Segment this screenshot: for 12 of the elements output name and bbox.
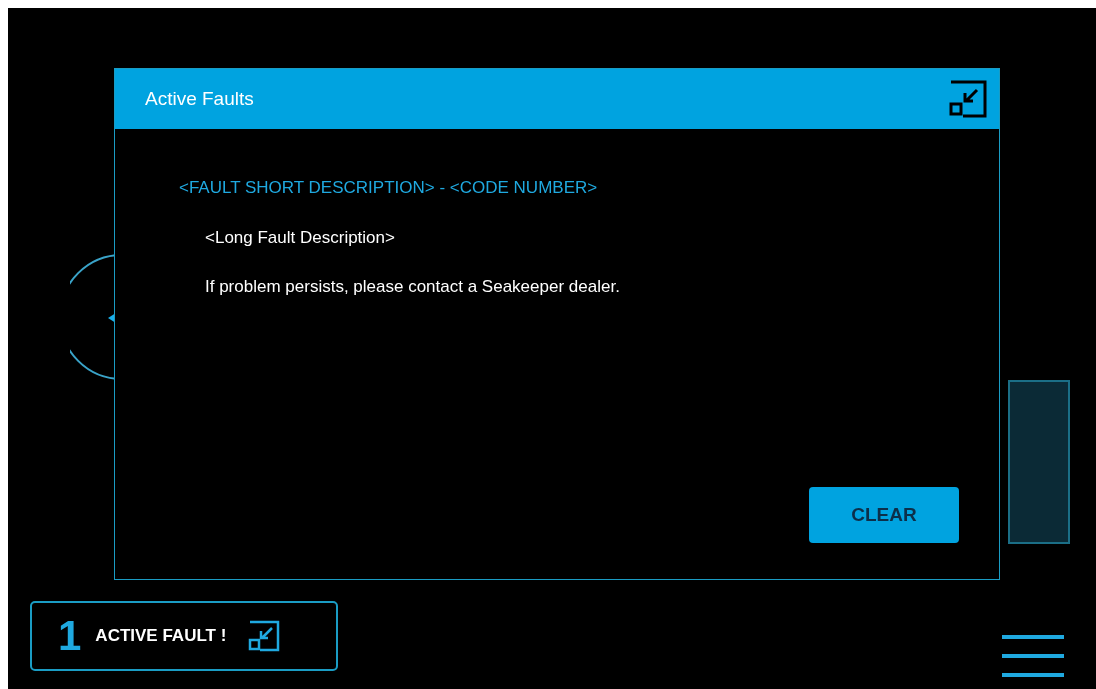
dialog-title: Active Faults: [145, 86, 254, 111]
fault-heading: <FAULT SHORT DESCRIPTION> - <CODE NUMBER>: [179, 177, 598, 199]
fault-description: <Long Fault Description>: [205, 226, 395, 249]
expand-icon: [248, 620, 281, 652]
clear-button[interactable]: CLEAR: [809, 487, 959, 543]
fault-label: ACTIVE FAULT !: [95, 625, 227, 648]
side-panel[interactable]: [1008, 380, 1070, 544]
active-fault-button[interactable]: 1 ACTIVE FAULT !: [30, 601, 338, 671]
fault-count: 1: [58, 615, 82, 657]
minimize-icon[interactable]: [949, 80, 987, 118]
menu-button[interactable]: [1002, 634, 1064, 678]
contact-message: If problem persists, please contact a Seakeeper dealer.: [205, 276, 620, 298]
